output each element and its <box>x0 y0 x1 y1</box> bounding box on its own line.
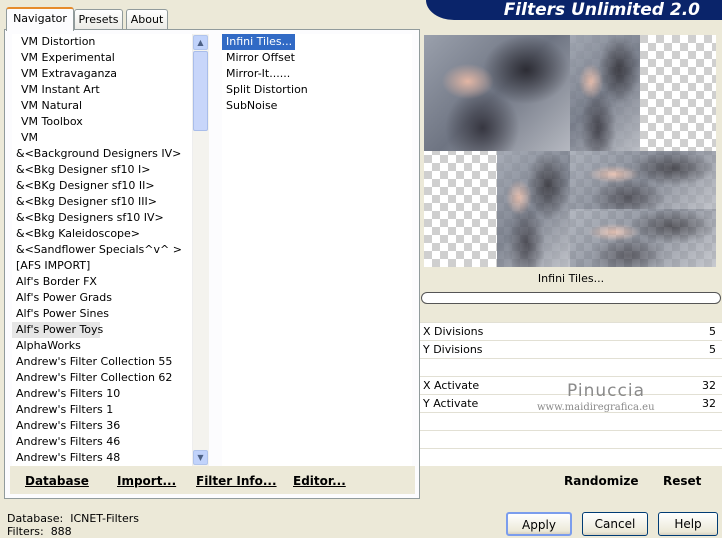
tab-navigator[interactable]: Navigator <box>6 7 74 31</box>
database-status-value: ICNET-Filters <box>70 512 139 525</box>
filters-status-value: 888 <box>50 525 72 538</box>
status-area: Database: ICNET-Filters Filters: 888 <box>7 512 139 538</box>
category-item[interactable]: Alf's Power Grads <box>12 290 208 306</box>
category-item[interactable]: VM <box>12 130 208 146</box>
help-button[interactable]: Help <box>658 512 718 536</box>
preview-tile <box>497 151 570 267</box>
param-row-empty <box>420 430 722 448</box>
progress-bar <box>421 292 721 304</box>
watermark-url: www.maidiregrafica.eu <box>537 402 655 413</box>
category-item[interactable]: Andrew's Filter Collection 62 <box>12 370 208 386</box>
param-label: Y Activate <box>423 397 479 410</box>
param-value: 32 <box>702 379 716 392</box>
category-item[interactable]: &<Bkg Kaleidoscope> <box>12 226 208 242</box>
preview-tile <box>570 35 640 151</box>
category-item[interactable]: VM Experimental <box>12 50 208 66</box>
editor-button[interactable]: Editor... <box>293 474 346 488</box>
category-item[interactable]: Alf's Power Toys <box>12 322 103 338</box>
filter-list[interactable]: Infini Tiles... Mirror Offset Mirror-It...… <box>222 34 412 466</box>
database-button[interactable]: Database <box>25 474 89 488</box>
filter-item[interactable]: Mirror-It...... <box>222 66 290 82</box>
database-status-label: Database: <box>7 512 64 525</box>
param-value: 32 <box>702 397 716 410</box>
category-item[interactable]: Andrew's Filters 48 <box>12 450 208 466</box>
category-list[interactable]: VM Distortion VM Experimental VM Extravaga… <box>12 34 208 466</box>
category-item[interactable]: Andrew's Filters 36 <box>12 418 208 434</box>
filter-item[interactable]: Mirror Offset <box>222 50 295 66</box>
category-item[interactable]: VM Extravaganza <box>12 66 208 82</box>
param-row-empty <box>420 412 722 430</box>
filter-item[interactable]: Infini Tiles... <box>222 34 296 50</box>
category-item[interactable]: VM Toolbox <box>12 114 208 130</box>
category-item[interactable]: [AFS IMPORT] <box>12 258 208 274</box>
param-label: Y Divisions <box>423 343 483 356</box>
cancel-button[interactable]: Cancel <box>582 512 648 536</box>
title-banner: Filters Unlimited 2.0 <box>426 0 722 20</box>
category-item[interactable]: AlphaWorks <box>12 338 208 354</box>
apply-button[interactable]: Apply <box>506 512 572 536</box>
navigator-button-bar: Database Import... Filter Info... Editor… <box>10 466 415 494</box>
watermark-name: Pinuccia <box>567 381 645 401</box>
category-item[interactable]: Alf's Power Sines <box>12 306 208 322</box>
filters-status-label: Filters: <box>7 525 44 538</box>
param-value: 5 <box>709 343 716 356</box>
tab-about[interactable]: About <box>126 9 168 29</box>
category-item[interactable]: Andrew's Filters 1 <box>12 402 208 418</box>
preview-tile <box>424 35 570 151</box>
category-item[interactable]: &<Bkg Designer sf10 I> <box>12 162 208 178</box>
category-item[interactable]: Andrew's Filter Collection 55 <box>12 354 208 370</box>
reset-button[interactable]: Reset <box>663 474 701 488</box>
banner-title: Filters Unlimited 2.0 <box>503 0 700 20</box>
category-item[interactable]: Andrew's Filters 10 <box>12 386 208 402</box>
category-item[interactable]: Andrew's Filters 46 <box>12 434 208 450</box>
param-value: 5 <box>709 325 716 338</box>
category-scrollbar[interactable]: ▲ ▼ <box>192 34 209 466</box>
filter-item[interactable]: Split Distortion <box>222 82 308 98</box>
category-item[interactable]: &<Bkg Designer sf10 III> <box>12 194 208 210</box>
category-item[interactable]: &<Background Designers IV> <box>12 146 208 162</box>
param-row-empty <box>420 448 722 466</box>
scroll-up-button[interactable]: ▲ <box>193 35 208 50</box>
category-item[interactable]: Alf's Border FX <box>12 274 208 290</box>
randomize-button[interactable]: Randomize <box>564 474 638 488</box>
category-item[interactable]: &<BKg Designer sf10 II> <box>12 178 208 194</box>
scroll-thumb[interactable] <box>193 51 208 131</box>
param-label: X Activate <box>423 379 480 392</box>
tab-presets[interactable]: Presets <box>74 9 123 29</box>
param-row-x-divisions[interactable]: X Divisions 5 <box>420 322 722 340</box>
current-filter-label: Infini Tiles... <box>537 272 605 285</box>
param-row-empty <box>420 358 722 376</box>
import-button[interactable]: Import... <box>117 474 176 488</box>
param-label: X Divisions <box>423 325 484 338</box>
category-item[interactable]: &<Bkg Designers sf10 IV> <box>12 210 208 226</box>
preview-tile <box>570 151 716 209</box>
preview-tile <box>570 209 716 267</box>
scroll-down-button[interactable]: ▼ <box>193 450 208 465</box>
filter-item[interactable]: SubNoise <box>222 98 277 114</box>
category-item[interactable]: VM Distortion <box>12 34 208 50</box>
preview-image <box>424 35 716 267</box>
category-item[interactable]: &<Sandflower Specials^v^ > <box>12 242 208 258</box>
filter-info-button[interactable]: Filter Info... <box>196 474 277 488</box>
category-item[interactable]: VM Natural <box>12 98 208 114</box>
param-row-y-divisions[interactable]: Y Divisions 5 <box>420 340 722 358</box>
category-item[interactable]: VM Instant Art <box>12 82 208 98</box>
